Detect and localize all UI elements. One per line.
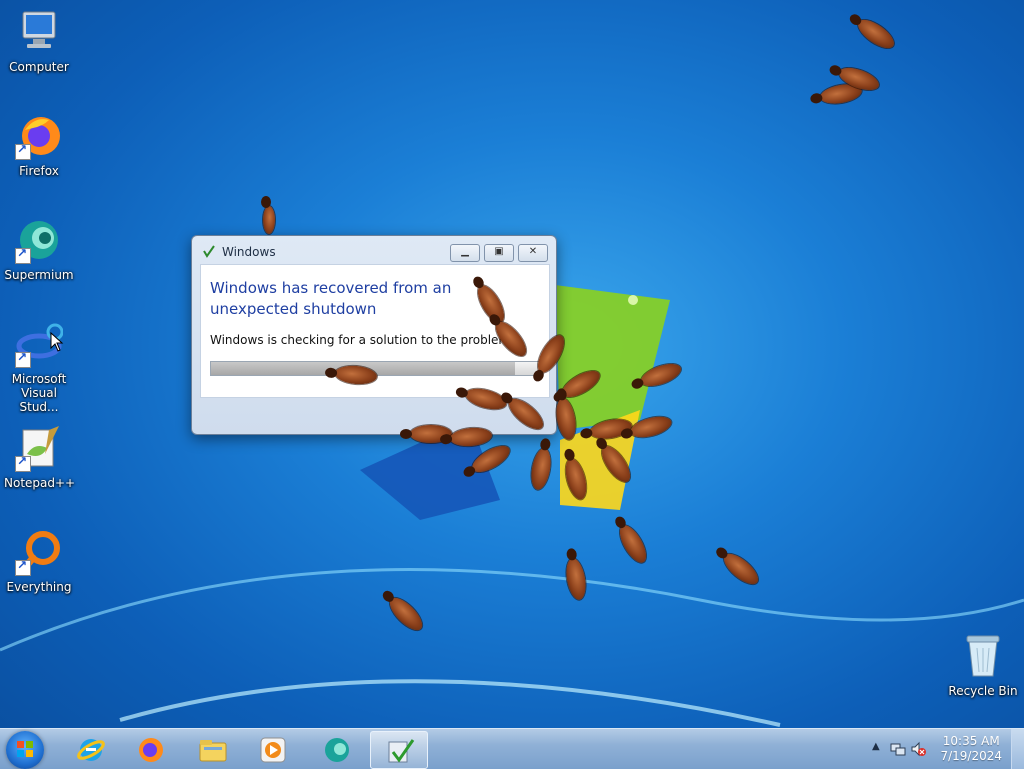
desktop-icon-label: Everything [6,580,72,594]
cockroach [263,206,275,234]
show-hidden-icons-icon[interactable]: ▲ [872,741,880,752]
taskbar-file-explorer[interactable] [184,731,240,767]
cockroach [528,446,554,492]
cockroach [638,359,684,391]
desktop-icon-label: Recycle Bin [948,684,1018,698]
computer-icon [22,11,56,48]
close-icon: ✕ [528,246,538,257]
taskbar-supermium[interactable] [308,731,364,767]
system-tray: ▲ 10:35 AM 7/19/2024 [864,729,1024,769]
shortcut-arrow-icon [15,246,31,264]
minimize-button[interactable]: ▁ [450,244,480,262]
internet-explorer-icon [77,739,105,761]
desktop-icon-label: Supermium [4,268,74,282]
shortcut-arrow-icon [15,454,31,472]
cockroach [853,14,899,54]
firefox-icon [139,738,163,762]
dialog-titlebar[interactable]: Windows ▁ ▣ ✕ [192,236,556,264]
restore-icon: ▣ [494,246,504,257]
cockroach [384,592,428,636]
restore-button[interactable]: ▣ [484,244,514,262]
desktop-icon-computer[interactable]: Computer [4,8,74,74]
cockroach [553,396,579,442]
taskbar-firefox[interactable] [122,731,178,767]
desktop-icon-notepadpp[interactable]: Notepad++ [4,424,76,490]
start-button[interactable] [6,731,44,769]
file-explorer-icon [199,740,227,762]
network-icon[interactable] [890,741,906,757]
shortcut-arrow-icon [15,142,31,160]
desktop-icon-supermium[interactable]: Supermium [4,216,74,282]
desktop-icon-label: Notepad++ [4,476,76,490]
mouse-cursor-icon [50,332,64,352]
desktop-icon-label: Firefox [19,164,59,178]
desktop-icon-label: Computer [9,60,69,74]
supermium-icon [325,738,349,762]
cockroach [719,548,763,590]
desktop-icon-recycle-bin[interactable]: Recycle Bin [948,632,1018,698]
taskbar-windows-problem-reporting[interactable] [370,731,428,769]
shortcut-arrow-icon [15,558,31,576]
windows-logo-icon [17,741,33,757]
clock[interactable]: 10:35 AM 7/19/2024 [940,734,1002,764]
clock-time: 10:35 AM [942,734,1000,748]
desktop-icon-label: Microsoft Visual Stud... [11,372,67,414]
minimize-icon: ▁ [461,246,469,257]
show-desktop-button[interactable] [1011,729,1024,769]
desktop-icon-firefox[interactable]: Firefox [4,112,74,178]
media-player-icon [260,737,286,763]
dialog-status-text: Windows is checking for a solution to th… [210,333,522,347]
windows-problem-reporting-icon [203,245,215,258]
dialog-title: Windows [222,245,276,259]
desktop-icon-everything[interactable]: Everything [4,528,74,594]
cockroach [563,556,589,602]
clock-date: 7/19/2024 [940,749,1002,763]
cockroach [561,456,591,502]
volume-muted-icon[interactable] [910,741,926,757]
cockroach [614,521,652,567]
taskbar: ▲ 10:35 AM 7/19/2024 [0,728,1024,769]
recycle-bin-icon [966,635,1000,677]
shortcut-arrow-icon [15,350,31,368]
close-button[interactable]: ✕ [518,244,548,262]
taskbar-internet-explorer[interactable] [62,731,118,767]
windows-problem-reporting-icon [388,739,415,763]
taskbar-media-player[interactable] [244,731,300,767]
cockroach [468,440,514,478]
cockroach [628,412,674,442]
cockroach [596,441,636,487]
